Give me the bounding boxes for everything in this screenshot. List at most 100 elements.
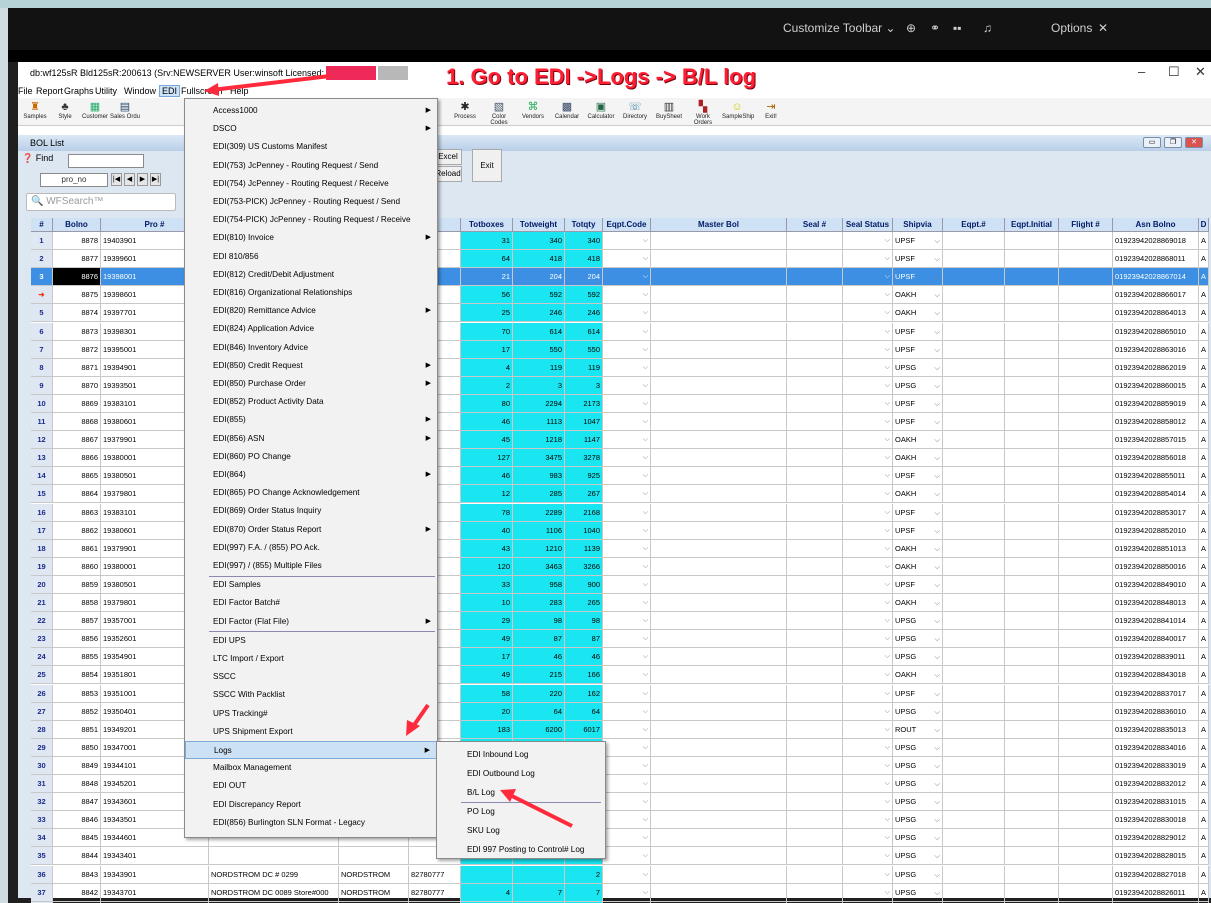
column-header[interactable]: Seal #	[787, 218, 843, 232]
menu-window[interactable]: Window	[124, 86, 156, 96]
seal-status-select[interactable]: ⌵	[843, 467, 893, 486]
vendors-tool[interactable]: ⌘ Vendors	[518, 101, 548, 120]
shipvia-select[interactable]: UPSG ⌵	[893, 847, 943, 866]
edi-menu-item[interactable]: EDI(856) ASN ▶	[185, 430, 437, 448]
shipvia-select[interactable]: UPSF ⌵	[893, 250, 943, 269]
logs-menu-item[interactable]: EDI Inbound Log	[437, 746, 605, 764]
menu-help[interactable]: Help	[230, 86, 249, 96]
eqpt-code-select[interactable]: ⌵	[603, 847, 651, 866]
eqpt-code-select[interactable]: ⌵	[603, 793, 651, 812]
column-header[interactable]: Totqty	[565, 218, 603, 232]
edi-menu-item[interactable]: EDI(869) Order Status Inquiry	[185, 502, 437, 520]
edi-menu-item[interactable]: DSCO ▶	[185, 120, 437, 138]
shipvia-select[interactable]: UPSG ⌵	[893, 793, 943, 812]
edi-menu-item[interactable]: EDI(846) Inventory Advice	[185, 339, 437, 357]
eqpt-code-select[interactable]: ⌵	[603, 720, 651, 739]
shipvia-select[interactable]: UPSF ⌵	[893, 340, 943, 359]
sales-order-tool[interactable]: ▤ Sales Ordu	[110, 101, 140, 120]
logs-menu-item[interactable]: SKU Log	[437, 822, 605, 840]
shipvia-select[interactable]: UPSG ⌵	[893, 702, 943, 721]
close-button[interactable]: ✕	[1195, 64, 1206, 80]
eqpt-code-select[interactable]: ⌵	[603, 503, 651, 522]
edi-menu-item[interactable]: Logs ▶	[185, 741, 437, 759]
seal-status-select[interactable]: ⌵	[843, 340, 893, 359]
seal-status-select[interactable]: ⌵	[843, 394, 893, 413]
eqpt-code-select[interactable]: ⌵	[603, 268, 651, 287]
eqpt-code-select[interactable]: ⌵	[603, 413, 651, 431]
column-header[interactable]: Seal Status	[843, 218, 893, 232]
edi-menu-item[interactable]: EDI(753) JcPenney - Routing Request / Se…	[185, 157, 437, 175]
seal-status-select[interactable]: ⌵	[843, 738, 893, 757]
eqpt-code-select[interactable]: ⌵	[603, 575, 651, 594]
column-header[interactable]: Eqpt.#	[943, 218, 1005, 232]
find-input[interactable]	[68, 154, 144, 168]
next-record-button[interactable]: ▶	[137, 173, 148, 186]
shipvia-select[interactable]: OAKH ⌵	[893, 286, 943, 305]
seal-status-select[interactable]: ⌵	[843, 793, 893, 812]
edi-menu-item[interactable]: EDI(997) / (855) Multiple Files	[185, 557, 437, 575]
eqpt-code-select[interactable]: ⌵	[603, 666, 651, 685]
edi-menu-item[interactable]: EDI(753-PICK) JcPenney - Routing Request…	[185, 193, 437, 211]
column-header[interactable]: Totweight	[513, 218, 565, 232]
shipvia-select[interactable]: UPSF ⌵	[893, 413, 943, 431]
customer-tool[interactable]: ▦ Customer	[80, 101, 110, 120]
seal-status-select[interactable]: ⌵	[843, 449, 893, 468]
edi-menu-item[interactable]: EDI(997) F.A. / (855) PO Ack.	[185, 539, 437, 557]
logs-menu-item[interactable]: EDI 997 Posting to Control# Log	[437, 841, 605, 859]
shipvia-select[interactable]: UPSF ⌵	[893, 268, 943, 287]
edi-menu-item[interactable]: EDI(816) Organizational Relationships	[185, 284, 437, 302]
eqpt-code-select[interactable]: ⌵	[603, 286, 651, 305]
edi-menu-item[interactable]: UPS Tracking#	[185, 705, 437, 723]
seal-status-select[interactable]: ⌵	[843, 250, 893, 269]
shipvia-select[interactable]: OAKH ⌵	[893, 666, 943, 685]
edi-menu-item[interactable]: EDI(820) Remittance Advice ▶	[185, 302, 437, 320]
options-button[interactable]: Options	[1051, 21, 1092, 35]
calendar-tool[interactable]: ▩ Calendar	[552, 101, 582, 120]
edi-menu-item[interactable]: EDI Samples	[185, 576, 437, 594]
menu-utility[interactable]: Utility	[95, 86, 117, 96]
seal-status-select[interactable]: ⌵	[843, 865, 893, 884]
eqpt-code-select[interactable]: ⌵	[603, 829, 651, 848]
samples-tool[interactable]: ♜ Samples	[20, 101, 50, 120]
panel-close-button[interactable]: ✕	[1185, 137, 1203, 148]
shipvia-select[interactable]: UPSG ⌵	[893, 358, 943, 377]
last-record-button[interactable]: ▶|	[150, 173, 161, 186]
shipvia-select[interactable]: UPSG ⌵	[893, 883, 943, 902]
seal-status-select[interactable]: ⌵	[843, 485, 893, 504]
shipvia-select[interactable]: UPSG ⌵	[893, 630, 943, 649]
edi-menu-item[interactable]: EDI(810) Invoice ▶	[185, 229, 437, 247]
eqpt-code-select[interactable]: ⌵	[603, 630, 651, 649]
seal-status-select[interactable]: ⌵	[843, 503, 893, 522]
eqpt-code-select[interactable]: ⌵	[603, 594, 651, 612]
eqpt-code-select[interactable]: ⌵	[603, 612, 651, 631]
seal-status-select[interactable]: ⌵	[843, 847, 893, 866]
edi-menu-item[interactable]: EDI Discrepancy Report	[185, 796, 437, 814]
seal-status-select[interactable]: ⌵	[843, 612, 893, 631]
shipvia-select[interactable]: OAKH ⌵	[893, 304, 943, 323]
logs-menu-item[interactable]: EDI Outbound Log	[437, 765, 605, 783]
column-header[interactable]: Eqpt.Code	[603, 218, 651, 232]
column-header[interactable]: Shipvia	[893, 218, 943, 232]
logs-menu-item[interactable]: PO Log	[437, 803, 605, 821]
buysheet-tool[interactable]: ▥ BuySheet	[654, 101, 684, 120]
shipvia-select[interactable]: UPSF ⌵	[893, 394, 943, 413]
seal-status-select[interactable]: ⌵	[843, 232, 893, 250]
shipvia-select[interactable]: UPSG ⌵	[893, 775, 943, 793]
seal-status-select[interactable]: ⌵	[843, 358, 893, 377]
edi-menu-item[interactable]: EDI(850) Credit Request ▶	[185, 357, 437, 375]
group-icon[interactable]: ⚭	[930, 21, 940, 35]
process-tool[interactable]: ✱ Process	[450, 101, 480, 120]
eqpt-code-select[interactable]: ⌵	[603, 449, 651, 468]
column-header[interactable]: Bolno	[53, 218, 101, 232]
shipvia-select[interactable]: UPSG ⌵	[893, 829, 943, 848]
edi-menu-item[interactable]: EDI(856) Burlington SLN Format - Legacy	[185, 814, 437, 832]
edi-menu-item[interactable]: EDI OUT	[185, 777, 437, 795]
shipvia-select[interactable]: OAKH ⌵	[893, 431, 943, 450]
edi-menu-item[interactable]: EDI(870) Order Status Report ▶	[185, 521, 437, 539]
panel-minimize-button[interactable]: ▭	[1143, 137, 1161, 148]
sampleship-tool[interactable]: ☺ SampleShip	[722, 101, 754, 120]
menu-edi[interactable]: EDI	[159, 85, 181, 97]
shipvia-select[interactable]: UPSF ⌵	[893, 232, 943, 250]
edi-menu-item[interactable]: EDI(812) Credit/Debit Adjustment	[185, 266, 437, 284]
seal-status-select[interactable]: ⌵	[843, 775, 893, 793]
